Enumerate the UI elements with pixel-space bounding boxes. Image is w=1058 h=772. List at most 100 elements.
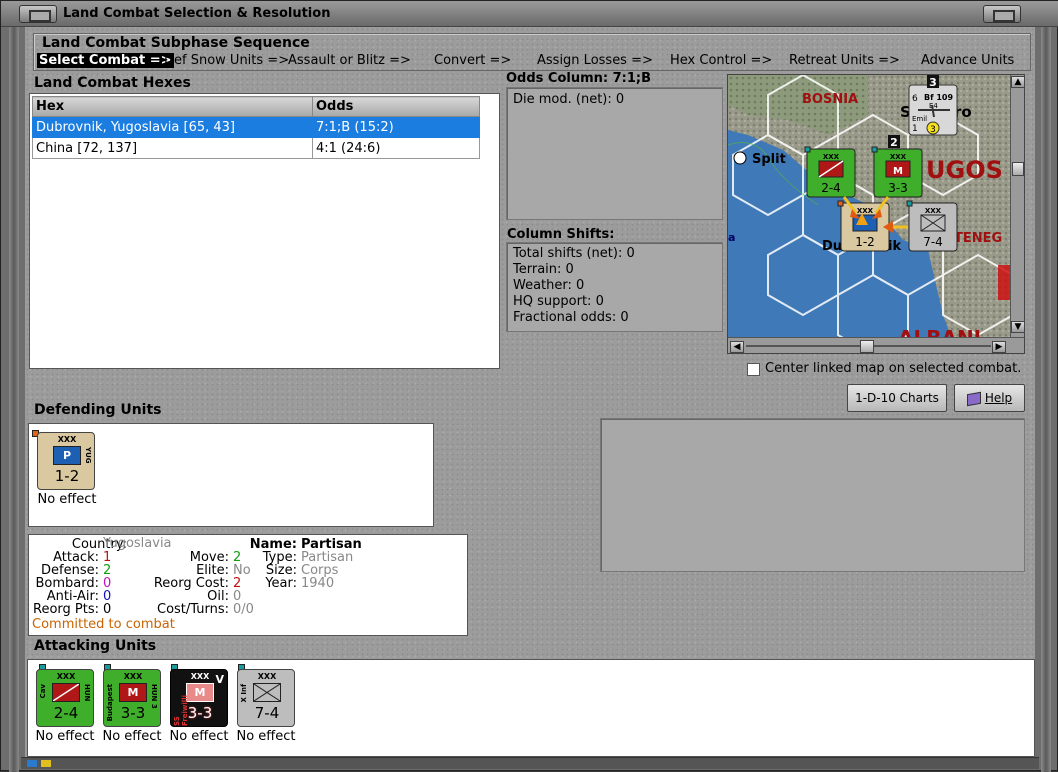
seq-select-combat[interactable]: Select Combat => — [37, 53, 174, 68]
seq-assign-losses[interactable]: Assign Losses => — [537, 53, 653, 68]
seq-retreat-units[interactable]: Retreat Units => — [789, 53, 900, 68]
map-hscrollbar[interactable]: ◀ ▶ — [728, 337, 1024, 353]
unit-strength: 3-3 — [120, 704, 146, 722]
map-vscrollbar[interactable]: ▲ ▼ — [1010, 75, 1024, 337]
map-counter-corps: XXX — [890, 153, 907, 161]
map-air-badge: 3 — [930, 125, 936, 135]
results-panel — [600, 418, 1025, 572]
map-air-num: 1 — [912, 124, 918, 134]
table-row[interactable]: Dubrovnik, Yugoslavia [65, 43] 7:1;B (15… — [32, 116, 480, 138]
shift-weather: Weather: 0 — [513, 278, 585, 293]
map-counter-inf[interactable]: XXX 7-4 — [906, 200, 958, 252]
partisan-symbol-icon: P — [53, 446, 81, 465]
country-value: Yugoslavia — [103, 536, 172, 551]
seq-advance-units[interactable]: Advance Units — [921, 53, 1014, 68]
hex-cell[interactable]: Dubrovnik, Yugoslavia [65, 43] — [32, 116, 313, 138]
hexes-title: Land Combat Hexes — [34, 75, 191, 91]
map-label-dubrovnik-a: Du — [822, 239, 842, 254]
year-key: Year: — [265, 576, 297, 591]
center-map-checkbox[interactable] — [747, 363, 760, 376]
year-value: 1940 — [301, 576, 335, 591]
unit-strength: 1-2 — [54, 467, 80, 485]
map-label-edge: a — [728, 231, 735, 244]
attacker-unit-counter[interactable]: XXX Cav HUN 2-4 — [36, 669, 94, 727]
minimize-button[interactable] — [983, 5, 1021, 23]
unit-type-letter: P — [62, 449, 72, 462]
map-scroll-left-icon[interactable]: ◀ — [730, 341, 744, 353]
odds-cell[interactable]: 4:1 (24:6) — [312, 137, 480, 159]
hex-cell[interactable]: China [72, 137] — [32, 137, 313, 159]
column-shifts-panel: Total shifts (net): 0 Terrain: 0 Weather… — [506, 242, 723, 332]
map-canvas[interactable]: BOSNIA Split UGOS Du ik TENEG ALBANI Sa … — [728, 75, 1025, 354]
map-counter-cav[interactable]: XXX 2-4 — [804, 146, 856, 198]
table-row[interactable]: China [72, 137] 4:1 (24:6) — [32, 137, 480, 159]
unit-strength: 2-4 — [53, 704, 79, 722]
status-blue-icon — [27, 760, 37, 767]
col-odds[interactable]: Odds — [312, 96, 480, 117]
odds-column-title: Odds Column: 7:1;B — [506, 71, 652, 86]
map-scroll-right-icon[interactable]: ▶ — [992, 341, 1006, 353]
map-counter-corps: XXX — [823, 153, 840, 161]
defender-unit-counter[interactable]: XXX P YUG 1-2 — [37, 432, 95, 490]
combat-status: Committed to combat — [32, 617, 175, 632]
column-shifts-title: Column Shifts: — [507, 227, 615, 242]
window: Land Combat Selection & Resolution Land … — [0, 0, 1058, 772]
map-label-yugoslavia: UGOS — [926, 156, 1003, 184]
help-button-label: Help — [984, 391, 1013, 405]
map-air-pilot: Emil — [912, 115, 927, 123]
attacking-title: Attacking Units — [34, 638, 157, 654]
seq-def-snow-units[interactable]: Def Snow Units => — [164, 53, 289, 68]
map-label-bosnia: BOSNIA — [802, 92, 858, 107]
attacker-unit-counter[interactable]: XXX X Inf 7-4 — [237, 669, 295, 727]
charts-button[interactable]: 1-D-10 Charts — [847, 384, 947, 412]
shift-total: Total shifts (net): 0 — [513, 246, 635, 261]
shift-terrain: Terrain: 0 — [513, 262, 574, 277]
shift-hq-support: HQ support: 0 — [513, 294, 604, 309]
subphase-sequence: Land Combat Subphase Sequence Select Com… — [33, 33, 1031, 71]
col-hex[interactable]: Hex — [32, 96, 313, 117]
attacker-result: No effect — [236, 729, 296, 744]
svg-text:M: M — [893, 166, 903, 177]
defender-result: No effect — [37, 492, 97, 507]
reorgpts-value: 0 — [103, 602, 112, 617]
linked-map[interactable]: BOSNIA Split UGOS Du ik TENEG ALBANI Sa … — [727, 74, 1025, 354]
title-bar: Land Combat Selection & Resolution — [1, 1, 1058, 27]
map-label-montenegro: TENEG — [954, 231, 1002, 246]
map-counter-defender[interactable]: XXX 1-2 — [837, 200, 890, 252]
seq-hex-control[interactable]: Hex Control => — [670, 53, 772, 68]
help-button[interactable]: Help — [954, 384, 1025, 412]
unit-label: Cav — [39, 684, 47, 699]
shift-fractional: Fractional odds: 0 — [513, 310, 629, 325]
help-book-icon — [966, 391, 981, 406]
motorized-symbol-icon: M — [119, 683, 147, 702]
odds-panel: Die mod. (net): 0 — [506, 87, 723, 220]
unit-info-panel: Country: Yugoslavia Attack: 1 Defense: 2… — [28, 534, 468, 636]
map-scroll-down-icon[interactable]: ▼ — [1011, 321, 1024, 333]
costturns-value: 0/0 — [233, 602, 254, 617]
unit-corps: XXX — [57, 435, 77, 444]
map-counter-strength: 1-2 — [855, 235, 875, 249]
window-title: Land Combat Selection & Resolution — [63, 6, 331, 21]
map-air-sub: E4 — [929, 102, 938, 110]
window-menu-button[interactable] — [19, 5, 57, 23]
map-scroll-up-icon[interactable]: ▲ — [1011, 76, 1024, 88]
map-air-range: 6 — [912, 94, 918, 104]
hexes-table: Hex Odds Dubrovnik, Yugoslavia [65, 43] … — [32, 96, 480, 159]
unit-strength: 3-3 — [187, 704, 213, 722]
seq-convert[interactable]: Convert => — [434, 53, 511, 68]
unit-corps: XXX — [257, 672, 277, 681]
map-vscroll-thumb[interactable] — [1012, 162, 1024, 176]
unit-nation: HUN — [83, 684, 91, 702]
center-map-label: Center linked map on selected combat. — [765, 361, 1022, 376]
attacking-panel: XXX Cav HUN 2-4 No effect XXX M Budapest… — [27, 659, 1035, 757]
map-stack-3: 3 — [929, 76, 937, 89]
unit-label: X Inf — [240, 684, 248, 703]
attacker-unit-counter[interactable]: XXX M SS Freiwilli V 3-3 — [170, 669, 228, 727]
defending-panel: XXX P YUG 1-2 No effect — [28, 423, 434, 527]
unit-nation: V — [215, 673, 224, 686]
odds-cell[interactable]: 7:1;B (15:2) — [312, 116, 480, 138]
status-strip — [21, 757, 1039, 769]
attacker-unit-counter[interactable]: XXX M Budapest HUN 3 3-3 — [103, 669, 161, 727]
seq-assault-or-blitz[interactable]: Assault or Blitz => — [288, 53, 411, 68]
map-hscroll-thumb[interactable] — [860, 340, 874, 353]
